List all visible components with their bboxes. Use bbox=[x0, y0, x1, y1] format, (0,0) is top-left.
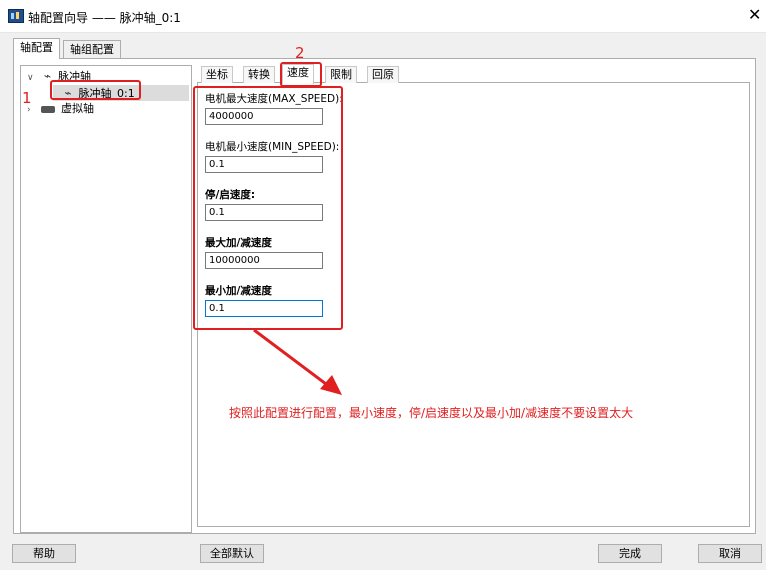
tab-speed[interactable]: 速度 bbox=[282, 64, 314, 84]
axis-tree: ∨ ⌁ 脉冲轴 ⌁ 脉冲轴_0:1 › 虚拟轴 bbox=[20, 65, 192, 533]
app-icon bbox=[8, 9, 24, 23]
help-button[interactable]: 帮助 bbox=[12, 544, 76, 563]
tab-axis-config[interactable]: 轴配置 bbox=[13, 38, 60, 59]
tree-item-label: 虚拟轴 bbox=[61, 102, 94, 115]
virtual-axis-icon bbox=[40, 105, 55, 113]
tab-conversion[interactable]: 转换 bbox=[243, 66, 275, 83]
tree-item-virtual-axis[interactable]: › 虚拟轴 bbox=[27, 101, 94, 117]
highlight-box-tree-item bbox=[50, 80, 141, 100]
finish-button[interactable]: 完成 bbox=[598, 544, 662, 563]
tab-coordinate[interactable]: 坐标 bbox=[201, 66, 233, 83]
restore-defaults-button[interactable]: 全部默认 bbox=[200, 544, 264, 563]
chevron-down-icon[interactable]: ∨ bbox=[27, 70, 37, 86]
annotation-note: 按照此配置进行配置，最小速度，停/启速度以及最小加/减速度不要设置太大 bbox=[229, 406, 634, 420]
annotation-marker-1: 1 bbox=[22, 89, 32, 107]
window-title: 轴配置向导 —— 脉冲轴_0:1 bbox=[28, 11, 181, 25]
tab-limit[interactable]: 限制 bbox=[325, 66, 357, 83]
close-icon[interactable]: ✕ bbox=[748, 6, 761, 24]
highlight-box-speed-fields bbox=[193, 86, 343, 330]
annotation-marker-2: 2 bbox=[295, 44, 305, 62]
cancel-button[interactable]: 取消 bbox=[698, 544, 762, 563]
tab-axis-group-config[interactable]: 轴组配置 bbox=[63, 40, 121, 58]
tab-homing[interactable]: 回原 bbox=[367, 66, 399, 83]
annotation-arrow-icon bbox=[253, 328, 342, 395]
